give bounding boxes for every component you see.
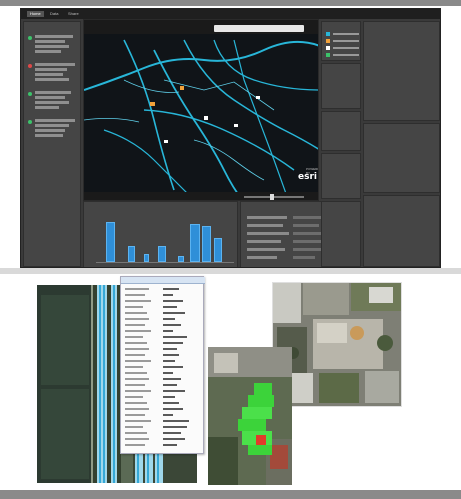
list-item[interactable]	[28, 118, 78, 144]
bottom-border	[0, 490, 461, 499]
chart-bar[interactable]	[106, 222, 115, 262]
status-dot-icon	[28, 92, 32, 96]
chart-bar[interactable]	[128, 246, 135, 262]
tab-data[interactable]: Data	[47, 11, 61, 17]
esri-logo: esri	[298, 172, 317, 182]
operations-dashboard: Home Data Share POWER BY esri	[20, 8, 441, 268]
time-slider-handle[interactable]	[270, 194, 274, 200]
tab-share[interactable]: Share	[65, 11, 82, 17]
popup-header	[121, 277, 205, 284]
time-slider-track[interactable]	[244, 196, 304, 198]
road-network	[84, 39, 318, 200]
gauge-panel	[363, 195, 440, 267]
indicator-panel	[321, 201, 361, 267]
figure-frame: Home Data Share POWER BY esri	[0, 0, 461, 499]
gauge-panel	[363, 123, 440, 193]
rooftops-image	[273, 283, 401, 406]
status-dot-icon	[28, 36, 32, 40]
chart-bar[interactable]	[190, 224, 200, 262]
indicator-panel	[321, 111, 361, 151]
dashboard-titlebar: Home Data Share	[21, 9, 440, 19]
tab-home[interactable]: Home	[27, 11, 44, 17]
indicator-panel	[321, 153, 361, 199]
left-list-panel	[23, 21, 81, 267]
legend-panel	[321, 21, 361, 61]
chart-bar[interactable]	[178, 256, 184, 262]
map-view[interactable]: POWERED BY esri	[83, 19, 319, 201]
chart-bar[interactable]	[144, 254, 149, 262]
list-item[interactable]	[28, 62, 78, 88]
chart-bar[interactable]	[202, 226, 211, 262]
status-dot-icon	[28, 120, 32, 124]
top-border	[0, 0, 461, 6]
list-item[interactable]	[28, 90, 78, 116]
bar-chart-panel	[83, 201, 238, 267]
gauge-panel	[363, 21, 440, 121]
indicator-panel	[321, 63, 361, 109]
separator	[0, 268, 461, 274]
time-slider[interactable]	[84, 192, 318, 200]
heatmap-overlay	[208, 347, 292, 485]
attribute-popup[interactable]	[120, 276, 205, 454]
heatmap-aerial-image	[208, 347, 292, 485]
chart-bar[interactable]	[214, 238, 222, 262]
chart-bar[interactable]	[158, 246, 166, 262]
chart-axis	[96, 262, 234, 263]
status-dot-icon	[28, 64, 32, 68]
list-item[interactable]	[28, 34, 78, 60]
